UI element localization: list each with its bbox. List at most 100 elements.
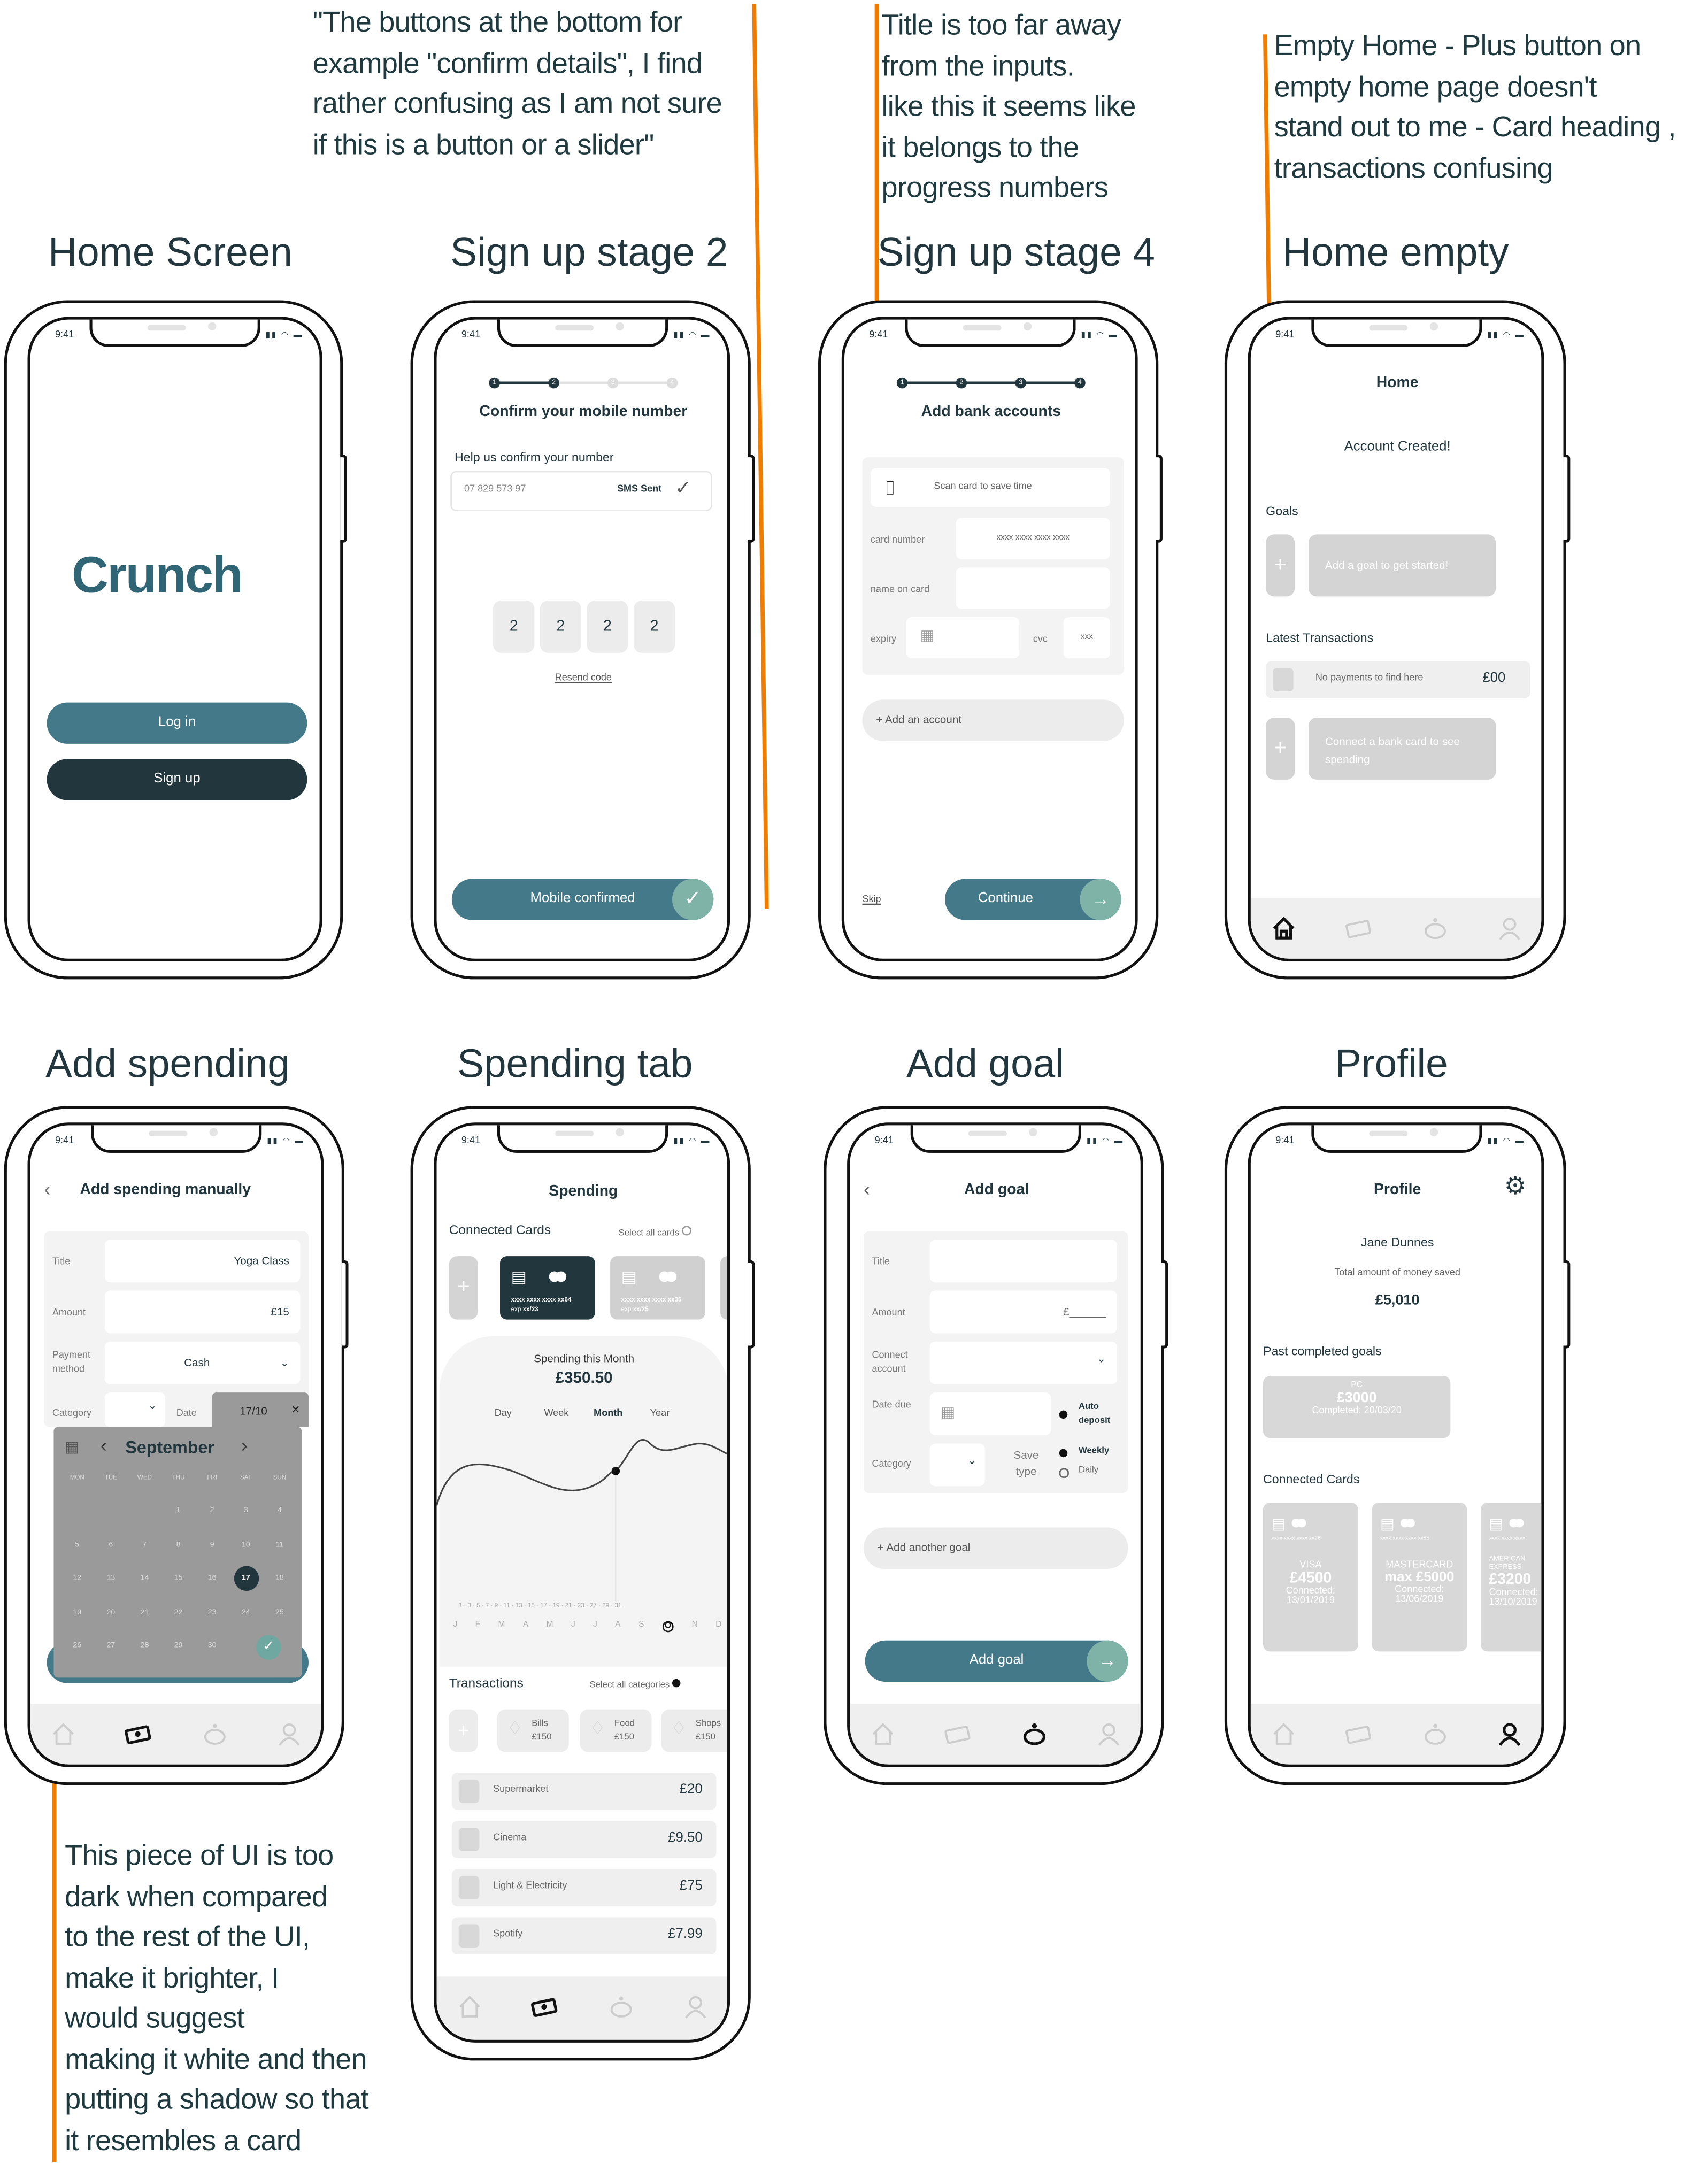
calendar-day[interactable]: 28: [129, 1642, 160, 1650]
calendar-day[interactable]: 24: [230, 1608, 261, 1616]
calendar-day[interactable]: 21: [129, 1608, 160, 1616]
calendar-day[interactable]: 11: [265, 1541, 295, 1549]
connected-card-amex[interactable]: ▤ ●● xxxx xxxx xxxx AMERICAN EXPRESS £32…: [1480, 1503, 1542, 1652]
payment-method-select[interactable]: Cash ⌄: [104, 1341, 301, 1384]
calendar-day[interactable]: 30: [197, 1642, 227, 1650]
connect-card-plus-button[interactable]: +: [1266, 717, 1295, 780]
calendar-day[interactable]: 15: [163, 1574, 194, 1582]
nav-home-icon[interactable]: [456, 1993, 484, 2021]
period-tab-day[interactable]: Day: [495, 1409, 512, 1419]
bank-card-partial[interactable]: [720, 1256, 728, 1320]
nav-spending-icon[interactable]: [124, 1720, 152, 1748]
month-label[interactable]: N: [692, 1621, 698, 1633]
confirm-check-icon[interactable]: ✓: [256, 1635, 281, 1660]
category-select[interactable]: ⌄: [104, 1392, 166, 1427]
code-digit-input[interactable]: 2: [587, 601, 628, 653]
signup-button[interactable]: Sign up: [47, 759, 307, 800]
period-tab-week[interactable]: Week: [544, 1409, 568, 1419]
nav-profile-icon[interactable]: [275, 1720, 303, 1748]
clear-icon[interactable]: ✕: [291, 1404, 300, 1416]
back-chevron-icon[interactable]: ‹: [44, 1177, 50, 1199]
amount-input[interactable]: £______: [929, 1290, 1117, 1334]
code-digit-input[interactable]: 2: [633, 601, 675, 653]
select-all-categories-toggle[interactable]: Select all categories: [589, 1679, 681, 1690]
phone-number-input[interactable]: 07 829 573 97 SMS Sent ✓: [450, 471, 712, 511]
select-all-cards-toggle[interactable]: Select all cards: [619, 1226, 691, 1238]
month-label[interactable]: S: [638, 1621, 644, 1633]
category-chip-bills[interactable]: Bills £150 ♢: [497, 1709, 569, 1752]
calendar-day[interactable]: 20: [96, 1608, 126, 1616]
month-label[interactable]: A: [615, 1621, 620, 1633]
auto-deposit-toggle[interactable]: [1059, 1410, 1068, 1419]
transaction-row[interactable]: Spotify £7.99: [451, 1917, 717, 1955]
date-due-input[interactable]: ▦: [929, 1392, 1051, 1435]
month-label[interactable]: J: [571, 1621, 575, 1633]
calendar-day[interactable]: 10: [230, 1541, 261, 1549]
nav-goals-piggy-icon[interactable]: [1021, 1720, 1049, 1748]
title-input[interactable]: [929, 1240, 1117, 1283]
calendar-day[interactable]: 7: [129, 1541, 160, 1549]
mobile-confirmed-button[interactable]: Mobile confirmed ✓: [451, 879, 714, 920]
connect-bank-card[interactable]: Connect a bank card to see spending: [1309, 717, 1496, 780]
resend-code-link[interactable]: Resend code: [437, 674, 727, 683]
month-label[interactable]: F: [475, 1621, 480, 1633]
month-label[interactable]: J: [453, 1621, 457, 1633]
code-digit-input[interactable]: 2: [493, 601, 535, 653]
nav-spending-icon[interactable]: [1344, 1720, 1372, 1748]
cvc-input[interactable]: xxx: [1063, 617, 1111, 659]
add-category-button[interactable]: +: [449, 1709, 478, 1752]
continue-button[interactable]: Continue →: [944, 879, 1121, 920]
nav-home-icon[interactable]: [869, 1720, 897, 1748]
period-tab-year[interactable]: Year: [650, 1409, 670, 1419]
date-input[interactable]: 17/10 ✕: [212, 1392, 309, 1427]
scan-card-button[interactable]: ⌷ Scan card to save time: [870, 468, 1111, 507]
name-on-card-input[interactable]: [956, 567, 1111, 609]
month-label[interactable]: J: [593, 1621, 597, 1633]
period-tab-month[interactable]: Month: [594, 1409, 622, 1419]
calendar-day[interactable]: 29: [163, 1642, 194, 1650]
calendar-day[interactable]: 19: [62, 1608, 93, 1616]
nav-home-icon[interactable]: [1270, 1720, 1298, 1748]
connected-card-mastercard[interactable]: ▤ ●● xxxx xxxx xxxx xx85 MASTERCARD max …: [1372, 1503, 1467, 1652]
selected-point[interactable]: [611, 1467, 620, 1475]
connect-account-select[interactable]: ⌄: [929, 1341, 1117, 1384]
calendar-day[interactable]: 12: [62, 1574, 93, 1582]
add-goal-button[interactable]: Add goal →: [865, 1640, 1128, 1682]
calendar-day[interactable]: 27: [96, 1642, 126, 1650]
category-chip-food[interactable]: Food £150 ♢: [580, 1709, 652, 1752]
settings-gear-icon[interactable]: ⚙: [1504, 1172, 1527, 1201]
calendar-day[interactable]: 14: [129, 1574, 160, 1582]
nav-goals-piggy-icon[interactable]: [1421, 1720, 1449, 1748]
card-number-input[interactable]: xxxx xxxx xxxx xxxx: [956, 518, 1111, 559]
add-card-button[interactable]: +: [449, 1256, 478, 1320]
next-month-chevron-icon[interactable]: ›: [241, 1434, 248, 1456]
nav-profile-icon[interactable]: [1496, 914, 1524, 942]
nav-spending-icon[interactable]: [1344, 914, 1372, 942]
nav-profile-icon[interactable]: [1095, 1720, 1123, 1748]
category-chip-shops[interactable]: Shops £150 ♢: [661, 1709, 728, 1752]
completed-goal-card[interactable]: PC £3000 Completed: 20/03/20: [1263, 1376, 1451, 1438]
code-digit-input[interactable]: 2: [540, 601, 581, 653]
calendar-day-selected[interactable]: 17: [233, 1566, 258, 1591]
calendar-day[interactable]: 9: [197, 1541, 227, 1549]
nav-goals-piggy-icon[interactable]: [1421, 914, 1449, 942]
bank-card-selected[interactable]: ▤ ●● xxxx xxxx xxxx xx64 exp xx/23: [500, 1256, 595, 1320]
add-account-button[interactable]: + Add an account: [862, 699, 1124, 741]
calendar-day[interactable]: 8: [163, 1541, 194, 1549]
login-button[interactable]: Log in: [47, 702, 307, 744]
nav-goals-piggy-icon[interactable]: [201, 1720, 229, 1748]
calendar-day[interactable]: 2: [197, 1507, 227, 1515]
calendar-day[interactable]: 4: [265, 1507, 295, 1515]
month-label[interactable]: O: [661, 1621, 674, 1633]
transaction-row[interactable]: Cinema £9.50: [451, 1821, 717, 1858]
nav-spending-icon[interactable]: [530, 1993, 558, 2021]
calendar-day[interactable]: 18: [265, 1574, 295, 1582]
nav-profile-icon[interactable]: [1496, 1720, 1524, 1748]
calendar-day[interactable]: 16: [197, 1574, 227, 1582]
add-another-goal-button[interactable]: + Add another goal: [864, 1527, 1128, 1569]
connected-card-visa[interactable]: ▤ ●● xxxx xxxx xxxx xx26 VISA £4500 Conn…: [1263, 1503, 1358, 1652]
month-label[interactable]: M: [547, 1621, 553, 1633]
calendar-day[interactable]: 1: [163, 1507, 194, 1515]
nav-profile-icon[interactable]: [682, 1993, 710, 2021]
skip-link[interactable]: Skip: [862, 895, 881, 905]
